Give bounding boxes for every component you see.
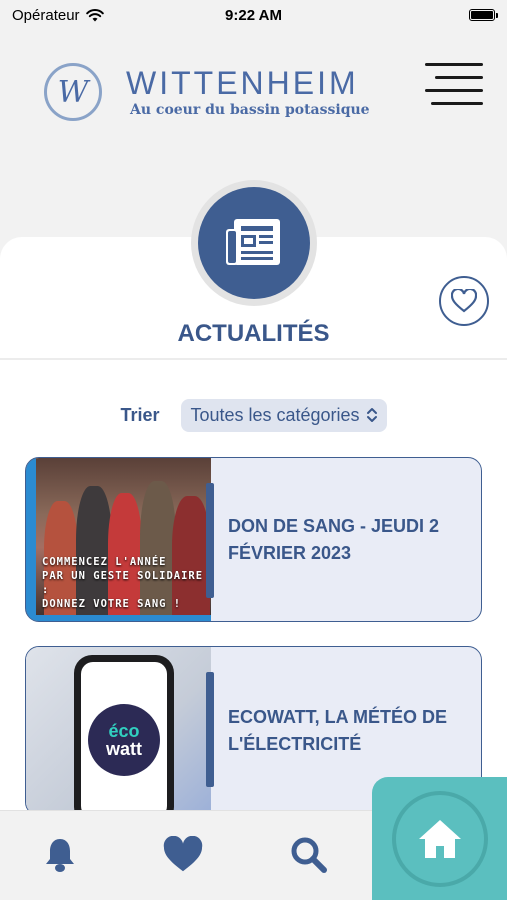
battery-icon	[469, 9, 498, 21]
menu-button[interactable]	[425, 61, 483, 107]
sort-row: Trier Toutes les catégories	[0, 397, 507, 433]
newspaper-icon	[198, 187, 310, 299]
logo-subtitle: Au coeur du bassin potassique	[130, 102, 370, 118]
news-accent-bar	[206, 483, 214, 598]
home-button[interactable]	[372, 777, 507, 900]
news-title: DON DE SANG - JEUDI 2 FÉVRIER 2023	[228, 515, 440, 563]
favorite-button[interactable]	[439, 276, 489, 326]
news-thumbnail: COMMENCEZ L'ANNÉE PAR UN GESTE SOLIDAIRE…	[26, 458, 211, 621]
wifi-icon	[85, 8, 104, 21]
search-icon	[291, 837, 327, 873]
tab-favorites[interactable]	[163, 835, 203, 875]
carrier-label: Opérateur	[12, 6, 80, 24]
heart-outline-icon	[451, 289, 477, 313]
news-card[interactable]: COMMENCEZ L'ANNÉE PAR UN GESTE SOLIDAIRE…	[25, 457, 482, 622]
chevron-updown-icon	[366, 408, 377, 422]
ecowatt-logo: éco watt	[88, 704, 160, 776]
divider	[0, 358, 507, 360]
tab-notifications[interactable]	[40, 835, 80, 875]
header: W WITTENHEIM Au coeur du bassin potassiq…	[0, 55, 507, 135]
thumbnail-caption: COMMENCEZ L'ANNÉE PAR UN GESTE SOLIDAIRE…	[42, 556, 204, 610]
logo-icon[interactable]: W	[44, 63, 102, 121]
section-title: ACTUALITÉS	[177, 320, 330, 347]
section-icon-wrap	[191, 180, 317, 306]
category-select[interactable]: Toutes les catégories	[181, 398, 387, 432]
status-bar: Opérateur 9:22 AM	[0, 0, 507, 30]
category-select-value: Toutes les catégories	[190, 404, 360, 425]
home-icon	[418, 819, 461, 858]
phone-image: éco watt	[74, 655, 174, 815]
news-accent-bar	[206, 672, 214, 787]
sort-label: Trier	[120, 404, 160, 425]
heart-icon	[163, 836, 203, 872]
tab-search[interactable]	[289, 835, 329, 875]
news-thumbnail: éco watt	[26, 647, 211, 815]
logo-title: WITTENHEIM	[126, 65, 359, 101]
bell-icon	[46, 839, 74, 872]
